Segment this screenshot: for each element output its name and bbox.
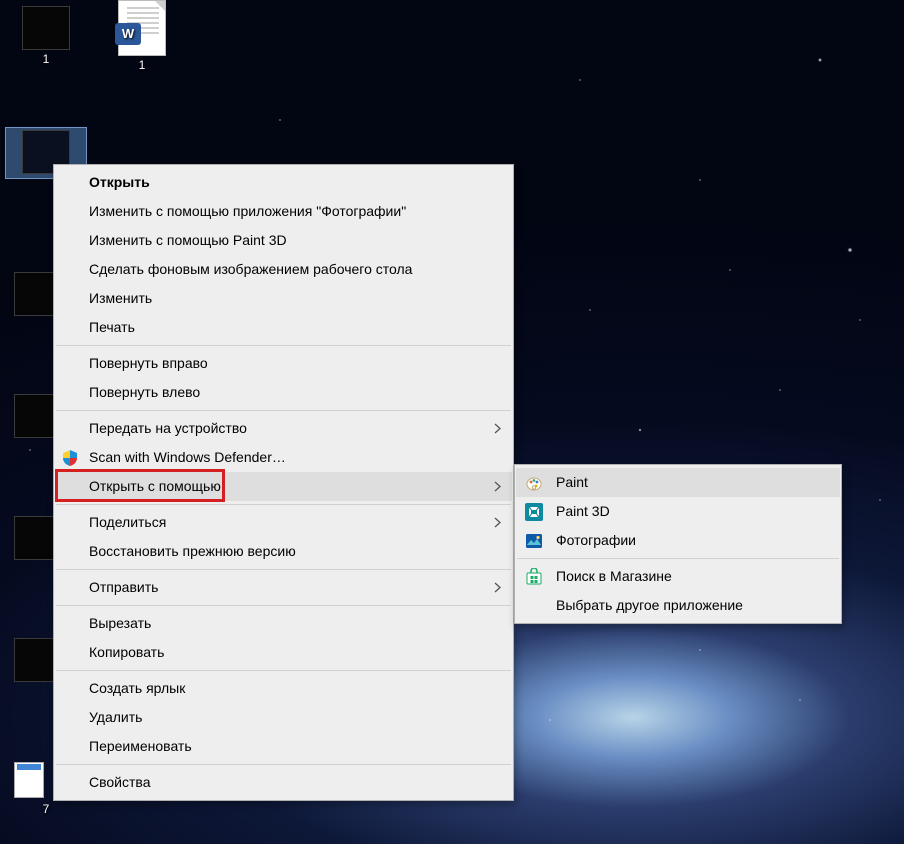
menu-item[interactable]: Изменить с помощью приложения "Фотографи… — [55, 197, 512, 226]
menu-item-label: Открыть — [89, 174, 150, 190]
menu-item-label: Переименовать — [89, 738, 192, 754]
menu-item[interactable]: Копировать — [55, 638, 512, 667]
context-menu: Открыть Изменить с помощью приложения "Фо… — [53, 164, 514, 801]
menu-item[interactable]: Scan with Windows Defender… — [55, 443, 512, 472]
menu-item-label: Открыть с помощью — [89, 478, 221, 494]
menu-item[interactable]: Печать — [55, 313, 512, 342]
menu-item-label: Изменить с помощью Paint 3D — [89, 232, 287, 248]
menu-item-label: Передать на устройство — [89, 420, 247, 436]
defender-icon — [60, 448, 80, 468]
store-icon — [524, 567, 544, 587]
menu-separator — [56, 670, 511, 671]
menu-item-label: Изменить — [89, 290, 152, 306]
menu-item-label: Поделиться — [89, 514, 166, 530]
menu-item[interactable]: Изменить с помощью Paint 3D — [55, 226, 512, 255]
chevron-right-icon — [494, 472, 502, 501]
menu-item[interactable]: Сделать фоновым изображением рабочего ст… — [55, 255, 512, 284]
menu-item-label: Копировать — [89, 644, 164, 660]
submenu-item-label: Paint — [556, 474, 588, 490]
menu-item-label: Изменить с помощью приложения "Фотографи… — [89, 203, 406, 219]
menu-item-label: Создать ярлык — [89, 680, 185, 696]
desktop-icon-word-1[interactable]: W 1 — [104, 0, 180, 72]
menu-item[interactable]: Свойства — [55, 768, 512, 797]
menu-item[interactable]: Повернуть вправо — [55, 349, 512, 378]
menu-item-label: Сделать фоновым изображением рабочего ст… — [89, 261, 412, 277]
menu-separator — [56, 345, 511, 346]
icon-label: 1 — [104, 58, 180, 72]
menu-item-label: Восстановить прежнюю версию — [89, 543, 296, 559]
desktop-icon-image-1[interactable]: 1 — [8, 6, 84, 66]
menu-item-label: Scan with Windows Defender… — [89, 449, 286, 465]
menu-item-label: Повернуть вправо — [89, 355, 208, 371]
photos-icon — [524, 531, 544, 551]
submenu-item-label: Paint 3D — [556, 503, 610, 519]
menu-item-label: Отправить — [89, 579, 158, 595]
menu-separator — [56, 764, 511, 765]
submenu-item-label: Фотографии — [556, 532, 636, 548]
word-doc-icon: W — [118, 0, 166, 56]
icon-label: 1 — [8, 52, 84, 66]
submenu-item[interactable]: Выбрать другое приложение — [516, 591, 840, 620]
menu-item[interactable]: Переименовать — [55, 732, 512, 761]
menu-item[interactable]: Удалить — [55, 703, 512, 732]
icon-label: 7 — [8, 802, 84, 816]
word-badge-icon: W — [115, 23, 141, 45]
menu-item[interactable]: Изменить — [55, 284, 512, 313]
submenu-item-label: Выбрать другое приложение — [556, 597, 743, 613]
submenu-item[interactable]: Фотографии — [516, 526, 840, 555]
open-with-submenu: Paint Paint 3D Фотографии Поиск в Магазине В… — [514, 464, 842, 624]
menu-item[interactable]: Создать ярлык — [55, 674, 512, 703]
menu-item[interactable]: Открыть — [55, 168, 512, 197]
menu-item-label: Повернуть влево — [89, 384, 200, 400]
chevron-right-icon — [494, 573, 502, 602]
submenu-item[interactable]: Paint — [516, 468, 840, 497]
image-thumb-icon — [22, 6, 70, 50]
menu-item[interactable]: Восстановить прежнюю версию — [55, 537, 512, 566]
submenu-item[interactable]: Поиск в Магазине — [516, 562, 840, 591]
submenu-item-label: Поиск в Магазине — [556, 568, 672, 584]
menu-item-label: Удалить — [89, 709, 142, 725]
submenu-item[interactable]: Paint 3D — [516, 497, 840, 526]
menu-separator — [56, 504, 511, 505]
menu-separator — [56, 410, 511, 411]
menu-item-label: Свойства — [89, 774, 150, 790]
menu-separator — [56, 569, 511, 570]
chevron-right-icon — [494, 508, 502, 537]
chevron-right-icon — [494, 414, 502, 443]
menu-item[interactable]: Открыть с помощью — [55, 472, 512, 501]
desktop-icon-doc-7[interactable] — [14, 762, 44, 798]
paint-icon — [524, 473, 544, 493]
menu-item[interactable]: Вырезать — [55, 609, 512, 638]
menu-separator — [517, 558, 839, 559]
menu-item[interactable]: Поделиться — [55, 508, 512, 537]
desktop[interactable]: 1 W 1 7 Открыть Изменить с помощью прилож… — [0, 0, 904, 844]
paint3d-icon — [524, 502, 544, 522]
menu-item-label: Вырезать — [89, 615, 151, 631]
menu-item[interactable]: Повернуть влево — [55, 378, 512, 407]
menu-item-label: Печать — [89, 319, 135, 335]
menu-separator — [56, 605, 511, 606]
menu-item[interactable]: Передать на устройство — [55, 414, 512, 443]
menu-item[interactable]: Отправить — [55, 573, 512, 602]
